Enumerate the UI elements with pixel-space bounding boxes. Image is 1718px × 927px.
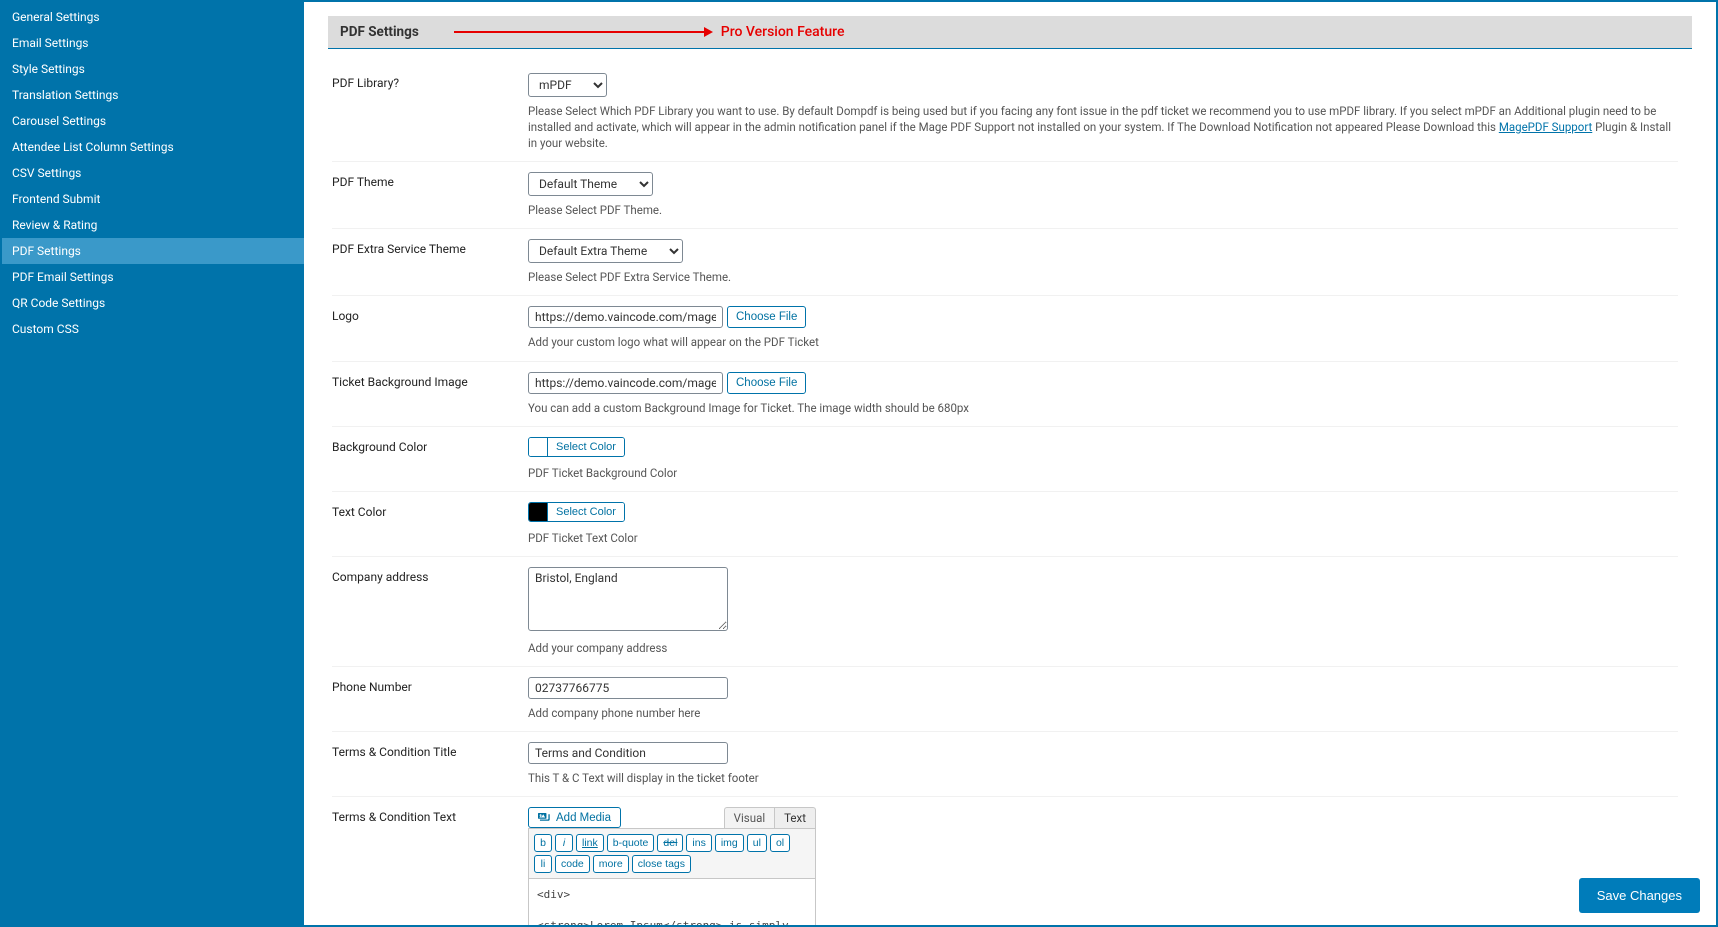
editor-btn-bold[interactable]: b — [534, 834, 552, 852]
sidebar-item-general-settings[interactable]: General Settings — [2, 4, 304, 30]
sidebar-item-pdf-email-settings[interactable]: PDF Email Settings — [2, 264, 304, 290]
button-logo-choose-file[interactable]: Choose File — [727, 306, 806, 328]
help-logo: Add your custom logo what will appear on… — [528, 334, 1678, 350]
button-bg-image-choose-file[interactable]: Choose File — [727, 372, 806, 394]
sidebar-item-review-rating[interactable]: Review & Rating — [2, 212, 304, 238]
help-bg-color: PDF Ticket Background Color — [528, 465, 1678, 481]
select-pdf-extra-theme[interactable]: Default Extra Theme — [528, 239, 683, 263]
label-tc-title: Terms & Condition Title — [332, 742, 528, 786]
help-phone-number: Add company phone number here — [528, 705, 1678, 721]
sidebar-item-translation-settings[interactable]: Translation Settings — [2, 82, 304, 108]
help-tc-title: This T & C Text will display in the tick… — [528, 770, 1678, 786]
editor-tab-visual[interactable]: Visual — [724, 807, 774, 828]
editor-btn-bquote[interactable]: b-quote — [607, 834, 655, 852]
editor-btn-ins[interactable]: ins — [686, 834, 711, 852]
add-media-icon — [538, 811, 551, 824]
sidebar-item-carousel-settings[interactable]: Carousel Settings — [2, 108, 304, 134]
help-bg-image: You can add a custom Background Image fo… — [528, 400, 1678, 416]
sidebar-item-csv-settings[interactable]: CSV Settings — [2, 160, 304, 186]
editor-btn-del[interactable]: del — [657, 834, 683, 852]
editor-btn-code[interactable]: code — [555, 855, 590, 873]
input-tc-title[interactable] — [528, 742, 728, 764]
editor-btn-img[interactable]: img — [715, 834, 744, 852]
select-pdf-theme[interactable]: Default Theme — [528, 172, 653, 196]
label-pdf-extra-theme: PDF Extra Service Theme — [332, 239, 528, 285]
swatch-text-color — [529, 503, 548, 521]
page-title: PDF Settings — [340, 24, 419, 40]
sidebar-item-email-settings[interactable]: Email Settings — [2, 30, 304, 56]
editor-btn-link[interactable]: link — [576, 834, 604, 852]
label-bg-color: Background Color — [332, 437, 528, 481]
sidebar: General Settings Email Settings Style Se… — [2, 2, 304, 925]
input-bg-image-url[interactable] — [528, 372, 723, 394]
sidebar-item-qr-code-settings[interactable]: QR Code Settings — [2, 290, 304, 316]
label-tc-text: Terms & Condition Text — [332, 807, 528, 925]
editor-tab-text[interactable]: Text — [774, 807, 816, 828]
input-phone-number[interactable] — [528, 677, 728, 699]
sidebar-item-pdf-settings[interactable]: PDF Settings — [2, 238, 304, 264]
pro-version-label: Pro Version Feature — [721, 24, 845, 40]
sidebar-item-style-settings[interactable]: Style Settings — [2, 56, 304, 82]
label-text-color: Text Color — [332, 502, 528, 546]
label-company-address: Company address — [332, 567, 528, 656]
label-phone-number: Phone Number — [332, 677, 528, 721]
label-pdf-theme: PDF Theme — [332, 172, 528, 218]
sidebar-item-attendee-list-column-settings[interactable]: Attendee List Column Settings — [2, 134, 304, 160]
label-logo: Logo — [332, 306, 528, 350]
swatch-bg-color — [529, 438, 548, 456]
editor-btn-ul[interactable]: ul — [747, 834, 767, 852]
textarea-company-address[interactable]: Bristol, England — [528, 567, 728, 631]
link-magepdf-support[interactable]: MagePDF Support — [1499, 120, 1592, 134]
sidebar-item-frontend-submit[interactable]: Frontend Submit — [2, 186, 304, 212]
page-header: PDF Settings Pro Version Feature — [328, 16, 1692, 49]
help-pdf-extra-theme: Please Select PDF Extra Service Theme. — [528, 269, 1678, 285]
editor-toolbar: b i link b-quote del ins img ul ol li co — [528, 828, 816, 879]
editor-btn-italic[interactable]: i — [555, 834, 573, 852]
sidebar-item-custom-css[interactable]: Custom CSS — [2, 316, 304, 342]
input-logo-url[interactable] — [528, 306, 723, 328]
help-pdf-theme: Please Select PDF Theme. — [528, 202, 1678, 218]
editor-btn-more[interactable]: more — [593, 855, 629, 873]
help-company-address: Add your company address — [528, 640, 1678, 656]
editor-btn-ol[interactable]: ol — [770, 834, 790, 852]
label-bg-image: Ticket Background Image — [332, 372, 528, 416]
save-button[interactable]: Save Changes — [1579, 878, 1700, 913]
button-add-media[interactable]: Add Media — [528, 807, 621, 828]
help-text-color: PDF Ticket Text Color — [528, 530, 1678, 546]
main: PDF Settings Pro Version Feature PDF Lib… — [304, 2, 1716, 925]
label-pdf-library: PDF Library? — [332, 73, 528, 151]
button-bg-color-select[interactable]: Select Color — [548, 438, 624, 456]
editor-btn-close-tags[interactable]: close tags — [632, 855, 691, 873]
select-pdf-library[interactable]: mPDF — [528, 73, 607, 97]
pro-version-arrow — [454, 27, 713, 37]
button-text-color-select[interactable]: Select Color — [548, 503, 624, 521]
help-pdf-library: Please Select Which PDF Library you want… — [528, 103, 1678, 151]
textarea-tc-text[interactable]: <div> <strong>Lorem Ipsum</strong> is si… — [529, 879, 815, 925]
editor-btn-li[interactable]: li — [534, 855, 552, 873]
